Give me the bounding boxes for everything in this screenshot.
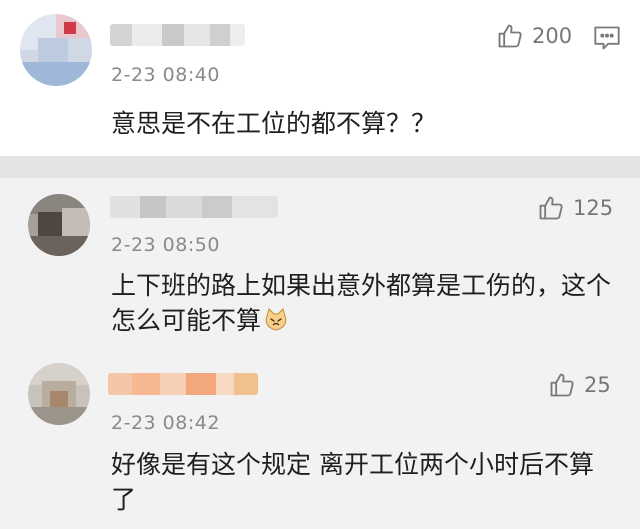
comment-text-line: 了 <box>111 485 137 514</box>
username-blurred[interactable] <box>110 24 245 46</box>
comment-time: 2-23 08:42 <box>111 412 220 434</box>
comment-text-line-2: 怎么可能不算 <box>111 306 262 335</box>
comment-item: 2-23 08:50 上下班的路上如果出意外都算是工伤的，这个 怎么可能不算 1… <box>0 178 640 343</box>
like-button[interactable]: 25 <box>548 371 611 399</box>
like-button[interactable]: 125 <box>537 194 613 222</box>
comment-text-line: 怎么可能不算 <box>111 303 611 338</box>
thumbs-up-icon <box>498 24 522 48</box>
thumbs-up-icon <box>539 196 563 220</box>
like-count: 25 <box>584 373 611 397</box>
username-blurred[interactable] <box>108 373 258 395</box>
comment-time: 2-23 08:50 <box>111 234 220 256</box>
comment-item: 2-23 08:42 好像是有这个规定 离开工位两个小时后不算 了 25 <box>0 343 640 529</box>
avatar[interactable] <box>28 194 90 256</box>
avatar[interactable] <box>28 363 90 425</box>
like-count: 125 <box>573 196 614 220</box>
comment-text: 上下班的路上如果出意外都算是工伤的，这个 怎么可能不算 <box>111 268 611 338</box>
comment-text-line: 好像是有这个规定 离开工位两个小时后不算 <box>111 450 594 479</box>
divider <box>0 156 640 178</box>
username-blurred[interactable] <box>110 196 278 218</box>
like-count: 200 <box>532 24 573 48</box>
comment-item: 2-23 08:40 意思是不在工位的都不算？？ 200 <box>0 0 640 156</box>
comment-text-line: 上下班的路上如果出意外都算是工伤的，这个 <box>111 271 612 300</box>
like-button[interactable]: 200 <box>496 22 572 50</box>
comment-time: 2-23 08:40 <box>111 64 220 86</box>
avatar[interactable] <box>20 14 92 86</box>
comment-text: 意思是不在工位的都不算？？ <box>111 109 437 138</box>
thumbs-up-icon <box>550 373 574 397</box>
cat-emoji-icon <box>265 308 287 331</box>
comment-text: 好像是有这个规定 离开工位两个小时后不算 了 <box>111 447 594 517</box>
comment-icon[interactable] <box>593 25 621 51</box>
